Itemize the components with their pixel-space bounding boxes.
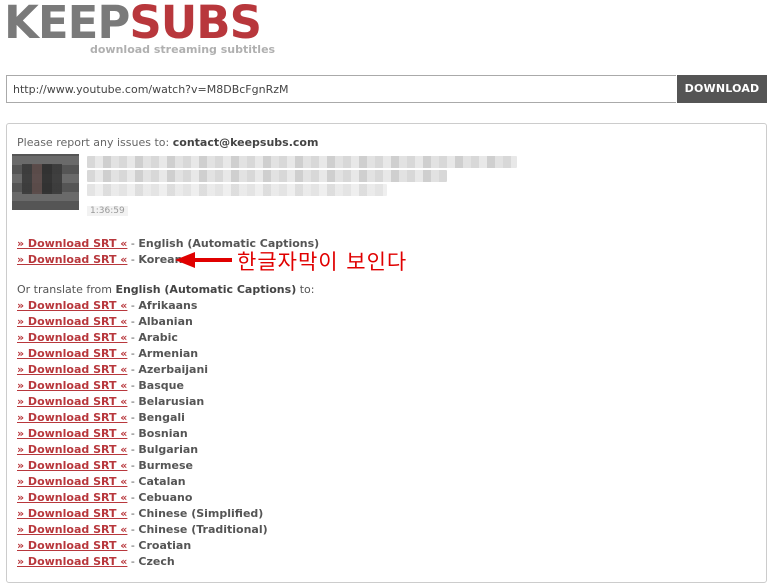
translation-row: » Download SRT « - Czech (17, 554, 319, 570)
download-srt-link[interactable]: » Download SRT « (17, 363, 127, 376)
language-name: Armenian (138, 347, 199, 360)
video-url-input[interactable] (6, 75, 676, 103)
download-srt-link[interactable]: » Download SRT « (17, 539, 127, 552)
separator: - (127, 539, 139, 552)
arrow-shaft (192, 258, 232, 262)
video-duration: 1:36:59 (87, 206, 128, 216)
download-srt-link[interactable]: » Download SRT « (17, 411, 127, 424)
download-srt-link[interactable]: » Download SRT « (17, 475, 127, 488)
translation-row: » Download SRT « - Afrikaans (17, 298, 319, 314)
translate-source: English (Automatic Captions) (115, 283, 297, 296)
separator: - (127, 507, 139, 520)
logo-tagline: download streaming subtitles (90, 43, 276, 56)
download-srt-link[interactable]: » Download SRT « (17, 299, 127, 312)
report-email: contact@keepsubs.com (172, 136, 319, 149)
translation-row: » Download SRT « - Arabic (17, 330, 319, 346)
separator: - (127, 459, 139, 472)
separator: - (127, 237, 139, 250)
translation-row: » Download SRT « - Catalan (17, 474, 319, 490)
language-name: Catalan (138, 475, 186, 488)
translation-row: » Download SRT « - Basque (17, 378, 319, 394)
download-srt-link[interactable]: » Download SRT « (17, 443, 127, 456)
translation-row: » Download SRT « - Chinese (Traditional) (17, 522, 319, 538)
separator: - (127, 379, 139, 392)
video-thumbnail (12, 154, 79, 210)
language-name: Czech (138, 555, 175, 568)
download-srt-link[interactable]: » Download SRT « (17, 491, 127, 504)
caption-list: » Download SRT « - English (Automatic Ca… (17, 236, 319, 570)
download-srt-link[interactable]: » Download SRT « (17, 253, 127, 266)
report-prefix: Please report any issues to: (17, 136, 173, 149)
language-name: Afrikaans (138, 299, 198, 312)
language-name: Croatian (138, 539, 192, 552)
report-issues-text: Please report any issues to: contact@kee… (17, 136, 318, 149)
separator: - (127, 253, 139, 266)
separator: - (127, 427, 139, 440)
language-name: Chinese (Traditional) (138, 523, 268, 536)
separator: - (127, 299, 139, 312)
download-button[interactable]: DOWNLOAD (677, 75, 767, 103)
separator: - (127, 395, 139, 408)
download-srt-link[interactable]: » Download SRT « (17, 237, 127, 250)
logo-wordmark: KEEPSUBS (4, 0, 262, 49)
translation-row: » Download SRT « - Burmese (17, 458, 319, 474)
annotation-text: 한글자막이 보인다 (237, 250, 408, 274)
download-srt-link[interactable]: » Download SRT « (17, 331, 127, 344)
download-srt-link[interactable]: » Download SRT « (17, 379, 127, 392)
language-name: Bosnian (138, 427, 188, 440)
language-name: Cebuano (138, 491, 193, 504)
download-srt-link[interactable]: » Download SRT « (17, 523, 127, 536)
translation-row: » Download SRT « - Belarusian (17, 394, 319, 410)
blurred-video-title-line1 (87, 156, 517, 168)
translation-row: » Download SRT « - Cebuano (17, 490, 319, 506)
separator: - (127, 555, 139, 568)
language-name: Chinese (Simplified) (138, 507, 264, 520)
separator: - (127, 315, 139, 328)
translation-row: » Download SRT « - Bosnian (17, 426, 319, 442)
download-srt-link[interactable]: » Download SRT « (17, 459, 127, 472)
download-srt-link[interactable]: » Download SRT « (17, 507, 127, 520)
separator: - (127, 491, 139, 504)
translation-row: » Download SRT « - Azerbaijani (17, 362, 319, 378)
keepsubs-logo[interactable]: KEEPSUBS download streaming subtitles (4, 0, 275, 56)
separator: - (127, 363, 139, 376)
translate-suffix: to: (296, 283, 315, 296)
translation-row: » Download SRT « - Chinese (Simplified) (17, 506, 319, 522)
separator: - (127, 475, 139, 488)
separator: - (127, 443, 139, 456)
language-name: Belarusian (138, 395, 205, 408)
blurred-video-title-line2 (87, 170, 447, 182)
translation-row: » Download SRT « - Croatian (17, 538, 319, 554)
download-srt-link[interactable]: » Download SRT « (17, 347, 127, 360)
translation-row: » Download SRT « - Bulgarian (17, 442, 319, 458)
separator: - (127, 411, 139, 424)
logo-subs: SUBS (129, 0, 262, 49)
translation-row: » Download SRT « - Bengali (17, 410, 319, 426)
language-name: Arabic (138, 331, 178, 344)
language-name: Albanian (138, 315, 193, 328)
separator: - (127, 347, 139, 360)
download-srt-link[interactable]: » Download SRT « (17, 315, 127, 328)
logo-keep: KEEP (4, 0, 130, 49)
separator: - (127, 523, 139, 536)
language-name: Basque (138, 379, 184, 392)
blurred-video-title-line3 (87, 184, 387, 196)
language-name: Bengali (138, 411, 185, 424)
url-bar: DOWNLOAD (6, 75, 767, 103)
translation-row: » Download SRT « - Albanian (17, 314, 319, 330)
language-name: Bulgarian (138, 443, 199, 456)
translate-prefix: Or translate from (17, 283, 116, 296)
separator: - (127, 331, 139, 344)
translate-heading: Or translate from English (Automatic Cap… (17, 282, 319, 298)
download-srt-link[interactable]: » Download SRT « (17, 427, 127, 440)
language-name: Burmese (138, 459, 193, 472)
language-name: Azerbaijani (138, 363, 209, 376)
results-panel: Please report any issues to: contact@kee… (6, 123, 767, 583)
download-srt-link[interactable]: » Download SRT « (17, 555, 127, 568)
download-srt-link[interactable]: » Download SRT « (17, 395, 127, 408)
translation-row: » Download SRT « - Armenian (17, 346, 319, 362)
